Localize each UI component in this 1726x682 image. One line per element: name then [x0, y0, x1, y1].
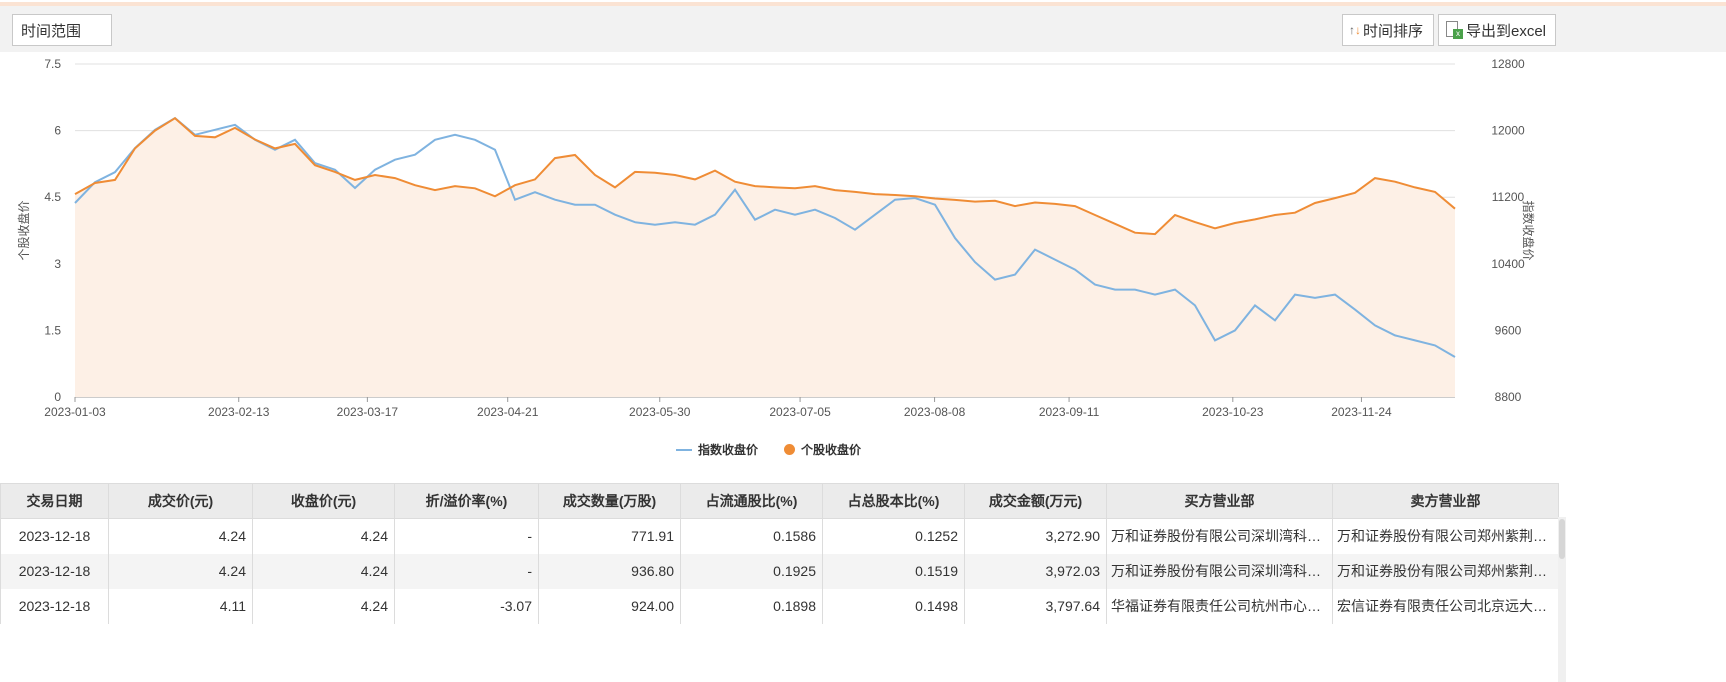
x-tick-label: 2023-01-03 [44, 405, 106, 419]
stock-area-fill [75, 118, 1455, 397]
chart-legend: 指数收盘价 个股收盘价 [676, 441, 861, 458]
table-cell: - [394, 553, 539, 589]
table-cell: 4.24 [252, 588, 395, 624]
table-cell: - [394, 518, 539, 554]
column-header[interactable]: 占总股本比(%) [822, 483, 965, 519]
table-cell: 936.80 [538, 553, 681, 589]
table-cell: 4.11 [108, 588, 253, 624]
y-tick-left: 4.5 [44, 190, 61, 204]
y-tick-left: 1.5 [44, 323, 61, 337]
price-line-chart: 7.5 12800 6 12000 4.5 11200 3 10400 1.5 9600 0 8800… [16, 57, 1536, 419]
y-tick-right: 8800 [1495, 390, 1522, 404]
x-tick-label: 2023-07-05 [769, 405, 831, 419]
column-header[interactable]: 买方营业部 [1106, 483, 1333, 519]
table-cell: 万和证券股份有限公司深圳湾科技生态园证券营业部 [1106, 553, 1333, 589]
table-cell: 2023-12-18 [0, 588, 109, 624]
legend-label: 指数收盘价 [698, 443, 759, 457]
y-axis-label-left: 个股收盘价 [16, 200, 31, 260]
scrollbar-thumb[interactable] [1559, 519, 1565, 559]
table-cell: 3,272.90 [964, 518, 1107, 554]
table-cell: 4.24 [108, 553, 253, 589]
table-cell: 宏信证券有限责任公司北京远大路证券营业部 [1332, 588, 1559, 624]
column-header[interactable]: 折/溢价率(%) [394, 483, 539, 519]
x-tick-label: 2023-03-17 [337, 405, 399, 419]
y-tick-left: 0 [54, 390, 61, 404]
y-tick-right: 12800 [1491, 57, 1525, 71]
y-tick-left: 3 [54, 257, 61, 271]
x-tick-label: 2023-05-30 [629, 405, 691, 419]
table-cell: 0.1925 [680, 553, 823, 589]
table-cell: 2023-12-18 [0, 518, 109, 554]
x-tick-label: 2023-09-11 [1039, 405, 1100, 419]
table-cell: 0.1252 [822, 518, 965, 554]
column-header[interactable]: 卖方营业部 [1332, 483, 1559, 519]
column-header[interactable]: 交易日期 [0, 483, 109, 519]
table-cell: 0.1498 [822, 588, 965, 624]
legend-label: 个股收盘价 [801, 443, 862, 457]
table-cell: 万和证券股份有限公司郑州紫荆山路证券营业部 [1332, 553, 1559, 589]
table-cell: 3,797.64 [964, 588, 1107, 624]
sort-arrows-icon: ↑↓ [1349, 23, 1361, 37]
column-header[interactable]: 成交价(元) [108, 483, 253, 519]
legend-dot-icon [784, 444, 796, 455]
table-cell: -3.07 [394, 588, 539, 624]
legend-item-index[interactable]: 指数收盘价 [676, 441, 758, 458]
excel-file-icon: x [1445, 21, 1463, 39]
table-cell: 万和证券股份有限公司深圳湾科技生态园证券营业部 [1106, 518, 1333, 554]
table-cell: 万和证券股份有限公司郑州紫荆山路证券营业部 [1332, 518, 1559, 554]
table-row[interactable]: 2023-12-18 4.24 4.24-771.91 0.1586 0.1252 3,2… [0, 518, 1559, 554]
y-tick-right: 10400 [1491, 257, 1525, 271]
table-cell: 0.1519 [822, 553, 965, 589]
x-tick-label: 2023-08-08 [904, 405, 966, 419]
table-cell: 4.24 [108, 518, 253, 554]
y-tick-left: 6 [54, 124, 61, 138]
column-header[interactable]: 收盘价(元) [252, 483, 395, 519]
table-cell: 924.00 [538, 588, 681, 624]
export-excel-button[interactable]: x 导出到excel [1438, 14, 1556, 46]
table-cell: 0.1586 [680, 518, 823, 554]
y-tick-left: 7.5 [44, 57, 61, 71]
time-sort-label: 时间排序 [1363, 22, 1424, 40]
table-header-row: 交易日期 成交价(元) 收盘价(元) 折/溢价率(%) 成交数量(万股) 占流通… [0, 483, 1559, 519]
x-tick-label: 2023-10-23 [1202, 405, 1264, 419]
block-trade-table: 交易日期 成交价(元) 收盘价(元) 折/溢价率(%) 成交数量(万股) 占流通… [0, 483, 1559, 624]
legend-line-icon [676, 448, 692, 451]
table-cell: 3,972.03 [964, 553, 1107, 589]
y-tick-right: 9600 [1495, 323, 1522, 337]
legend-item-stock[interactable]: 个股收盘价 [784, 441, 861, 458]
x-tick-label: 2023-11-24 [1331, 405, 1392, 419]
time-range-button[interactable]: 时间范围 [12, 14, 112, 46]
table-row[interactable]: 2023-12-18 4.24 4.24-936.80 0.1925 0.1519 3,9… [0, 553, 1559, 589]
table-cell: 0.1898 [680, 588, 823, 624]
export-label: 导出到excel [1466, 22, 1547, 40]
y-tick-right: 11200 [1492, 190, 1525, 204]
y-axis-label-right: 指数收盘价 [1521, 200, 1536, 260]
table-cell: 2023-12-18 [0, 553, 109, 589]
table-cell: 4.24 [252, 518, 395, 554]
time-sort-button[interactable]: ↑↓ 时间排序 [1342, 14, 1434, 46]
table-row[interactable]: 2023-12-18 4.11 4.24 -3.07 924.00 0.1898 0.149… [0, 588, 1559, 624]
column-header[interactable]: 成交数量(万股) [538, 483, 681, 519]
x-tick-label: 2023-04-21 [477, 405, 539, 419]
column-header[interactable]: 成交金额(万元) [964, 483, 1107, 519]
toolbar: 时间范围 ↑↓ 时间排序 x 导出到excel [0, 6, 1726, 52]
y-tick-right: 12000 [1491, 124, 1525, 138]
table-scrollbar[interactable] [1558, 517, 1566, 682]
table-cell: 771.91 [538, 518, 681, 554]
table-cell: 华福证券有限责任公司杭州市心南路证券营业部 [1106, 588, 1333, 624]
table-cell: 4.24 [252, 553, 395, 589]
time-range-label: 时间范围 [21, 22, 82, 40]
column-header[interactable]: 占流通股比(%) [680, 483, 823, 519]
x-tick-label: 2023-02-13 [208, 405, 270, 419]
